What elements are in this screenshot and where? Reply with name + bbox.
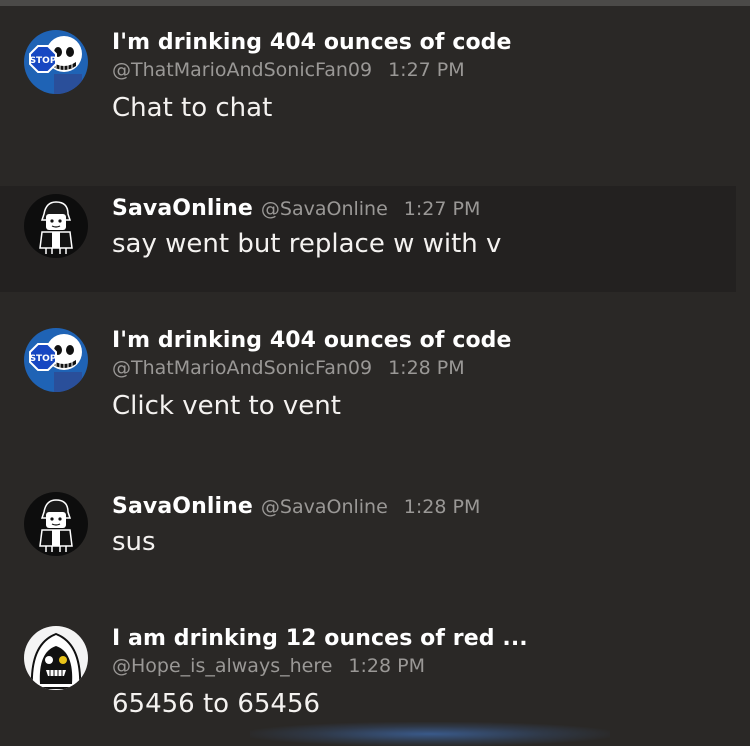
user-handle[interactable]: @SavaOnline bbox=[261, 496, 388, 518]
message-item[interactable]: SavaOnline @SavaOnline 1:27 PM say went … bbox=[0, 186, 736, 292]
message-item[interactable]: STOP I'm drinking 404 ounces of code @Th… bbox=[0, 324, 736, 454]
user-handle[interactable]: @ThatMarioAndSonicFan09 bbox=[112, 357, 372, 379]
message-header: SavaOnline @SavaOnline 1:28 PM bbox=[112, 484, 736, 519]
message-header: I'm drinking 404 ounces of code bbox=[112, 324, 736, 353]
sans-stop-sign-icon: STOP bbox=[24, 30, 88, 94]
sans-stop-sign-icon: STOP bbox=[24, 328, 88, 392]
user-handle[interactable]: @ThatMarioAndSonicFan09 bbox=[112, 59, 372, 81]
message-text: 65456 to 65456 bbox=[112, 689, 321, 719]
dark-hair-character-avatar[interactable] bbox=[24, 194, 88, 258]
chat-message-list[interactable]: STOP I'm drinking 404 ounces of code @Th… bbox=[0, 6, 750, 741]
timestamp: 1:28 PM bbox=[348, 655, 425, 677]
message-header: SavaOnline @SavaOnline 1:27 PM bbox=[112, 186, 736, 221]
dark-hair-character-icon bbox=[24, 194, 88, 258]
display-name[interactable]: I'm drinking 404 ounces of code bbox=[112, 30, 512, 55]
message-text: Chat to chat bbox=[112, 93, 273, 123]
message-meta: @ThatMarioAndSonicFan09 1:28 PM bbox=[112, 357, 736, 379]
message-header: I am drinking 12 ounces of red ... bbox=[112, 622, 736, 651]
message-header: I'm drinking 404 ounces of code bbox=[112, 26, 736, 55]
sans-stop-sign-avatar[interactable]: STOP bbox=[24, 328, 88, 392]
display-name[interactable]: I am drinking 12 ounces of red ... bbox=[112, 626, 528, 651]
timestamp: 1:28 PM bbox=[403, 496, 481, 518]
message-item[interactable]: SavaOnline @SavaOnline 1:28 PM sus bbox=[0, 484, 736, 584]
user-handle[interactable]: @Hope_is_always_here bbox=[112, 655, 332, 677]
message-text: Click vent to vent bbox=[112, 391, 341, 421]
message-meta: @ThatMarioAndSonicFan09 1:27 PM bbox=[112, 59, 736, 81]
stop-sign-text: STOP bbox=[30, 354, 57, 364]
display-name[interactable]: SavaOnline bbox=[112, 494, 253, 519]
timestamp: 1:28 PM bbox=[388, 357, 465, 379]
message-item[interactable]: I am drinking 12 ounces of red ... @Hope… bbox=[0, 622, 736, 741]
dark-hair-character-icon bbox=[24, 492, 88, 556]
timestamp: 1:27 PM bbox=[403, 198, 481, 220]
dark-hair-character-avatar[interactable] bbox=[24, 492, 88, 556]
display-name[interactable]: I'm drinking 404 ounces of code bbox=[112, 328, 512, 353]
hooded-skull-icon bbox=[24, 626, 88, 690]
stop-sign-text: STOP bbox=[30, 56, 57, 66]
message-text: say went but replace w with v bbox=[112, 229, 502, 259]
message-text: sus bbox=[112, 527, 156, 557]
user-handle[interactable]: @SavaOnline bbox=[261, 198, 388, 220]
display-name[interactable]: SavaOnline bbox=[112, 196, 253, 221]
hooded-skull-avatar[interactable] bbox=[24, 626, 88, 690]
sans-stop-sign-avatar[interactable]: STOP bbox=[24, 30, 88, 94]
message-meta: @Hope_is_always_here 1:28 PM bbox=[112, 655, 736, 677]
message-item[interactable]: STOP I'm drinking 404 ounces of code @Th… bbox=[0, 26, 736, 156]
timestamp: 1:27 PM bbox=[388, 59, 465, 81]
